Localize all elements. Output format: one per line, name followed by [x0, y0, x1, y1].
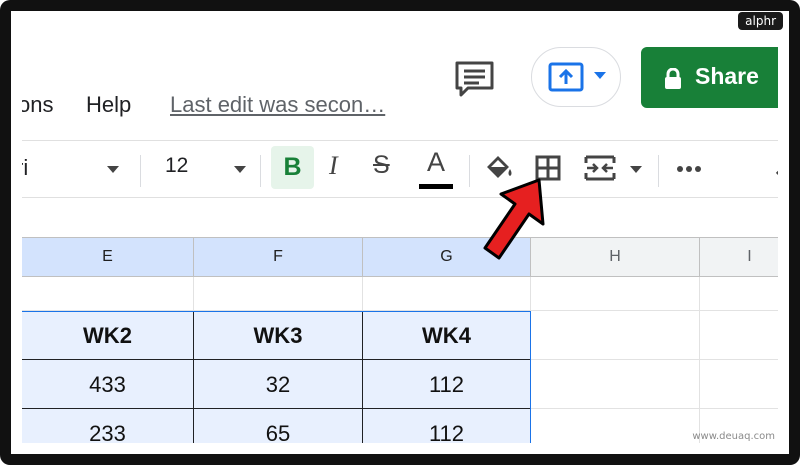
chevron-down-icon[interactable] [630, 166, 642, 173]
window-frame: ons Help Last edit was secon… [0, 0, 800, 465]
share-label: Share [695, 63, 759, 89]
grid-cell[interactable] [700, 360, 778, 409]
grid-cell[interactable] [531, 311, 700, 360]
toolbar-divider [469, 155, 470, 187]
grid-cell[interactable] [22, 277, 194, 311]
font-size-select[interactable]: 12 [165, 154, 188, 178]
menubar: ons Help Last edit was secon… [22, 22, 778, 140]
grid-cell[interactable]: 433 [22, 360, 194, 409]
share-button[interactable]: Share [641, 47, 778, 108]
toolbar: ri 12 B I S A [22, 140, 778, 198]
chevron-down-icon[interactable] [594, 72, 606, 79]
grid-cell[interactable]: 32 [194, 360, 363, 409]
italic-button[interactable]: I [329, 151, 338, 181]
menu-help[interactable]: Help [86, 92, 131, 118]
text-color-button[interactable]: A [419, 147, 453, 189]
toolbar-divider [658, 155, 659, 187]
grid-cell[interactable]: 233 [22, 409, 194, 443]
watermark-url: www.deuaq.com [692, 431, 775, 442]
grid-cell[interactable]: 65 [194, 409, 363, 443]
bold-button[interactable]: B [271, 146, 314, 189]
app-area: ons Help Last edit was secon… [22, 22, 778, 443]
toolbar-divider [260, 155, 261, 187]
grid-cell[interactable] [531, 409, 700, 443]
menu-extensions[interactable]: ons [22, 92, 53, 118]
present-upload-icon [548, 62, 584, 92]
pointer-arrow-icon [483, 178, 545, 260]
text-color-swatch [419, 184, 453, 189]
present-button[interactable] [531, 47, 621, 107]
grid-cell[interactable]: 112 [363, 360, 531, 409]
more-horizontal-icon[interactable] [676, 165, 702, 173]
column-header-i[interactable]: I [700, 237, 778, 277]
column-header-e[interactable]: E [22, 237, 194, 277]
chevron-down-icon[interactable] [107, 166, 119, 173]
grid-cell[interactable]: WK2 [22, 311, 194, 360]
grid-cell[interactable] [531, 277, 700, 311]
grid-cell[interactable] [363, 277, 531, 311]
comment-icon[interactable] [454, 60, 496, 98]
grid-cell[interactable]: WK3 [194, 311, 363, 360]
grid-cell[interactable] [194, 277, 363, 311]
grid-cell[interactable]: WK4 [363, 311, 531, 360]
chevron-down-icon[interactable] [234, 166, 246, 173]
text-color-label: A [426, 147, 445, 177]
lock-icon [665, 68, 681, 89]
chevron-up-icon[interactable] [774, 161, 778, 177]
watermark-logo: alphr [738, 12, 783, 30]
grid-cell[interactable] [700, 277, 778, 311]
toolbar-divider [140, 155, 141, 187]
font-family-select[interactable]: ri [22, 155, 28, 181]
grid-cell[interactable] [531, 360, 700, 409]
formula-bar[interactable] [22, 198, 778, 237]
merge-cells-icon[interactable] [584, 155, 616, 181]
grid-cell[interactable] [700, 311, 778, 360]
strikethrough-button[interactable]: S [373, 151, 390, 180]
grid-cell[interactable]: 112 [363, 409, 531, 443]
column-header-f[interactable]: F [194, 237, 363, 277]
last-edit-link[interactable]: Last edit was secon… [170, 92, 385, 118]
